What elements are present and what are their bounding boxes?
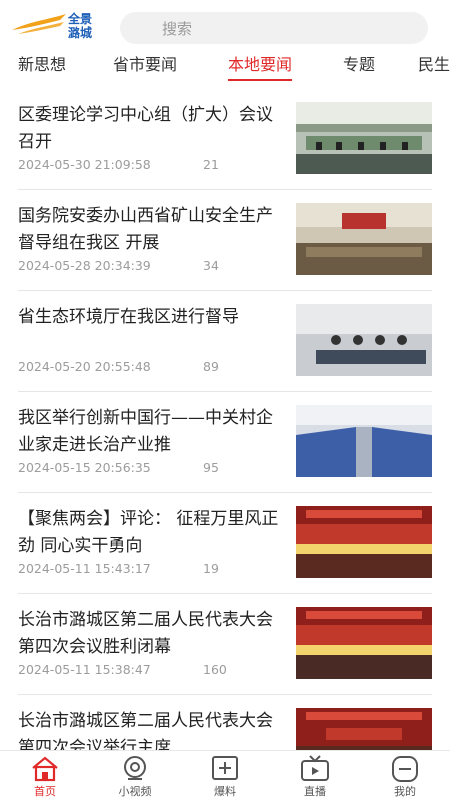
nav-label: 首页 bbox=[34, 785, 56, 798]
news-date: 2024-05-11 15:38:47 bbox=[18, 662, 151, 677]
tab-shengshi-yaowen[interactable]: 省市要闻 bbox=[113, 52, 177, 78]
tv-icon bbox=[301, 755, 329, 781]
tab-zhuanti[interactable]: 专题 bbox=[343, 52, 375, 78]
news-title[interactable]: 省生态环境厅在我区进行督导 bbox=[18, 304, 280, 331]
nav-label: 爆料 bbox=[214, 785, 236, 798]
divider bbox=[18, 391, 432, 392]
news-thumbnail[interactable] bbox=[296, 506, 432, 578]
news-item[interactable]: 国务院安委办山西省矿山安全生产督导组在我区 开展 2024-05-28 20:3… bbox=[0, 191, 450, 291]
news-item[interactable]: 长治市潞城区第二届人民代表大会第四次会议举行主席 bbox=[0, 696, 450, 750]
news-title[interactable]: 长治市潞城区第二届人民代表大会第四次会议举行主席 bbox=[18, 708, 280, 750]
tab-minsheng[interactable]: 民生 bbox=[418, 52, 450, 78]
nav-label: 我的 bbox=[394, 785, 416, 798]
news-date: 2024-05-30 21:09:58 bbox=[18, 157, 151, 172]
news-item[interactable]: 我区举行创新中国行——中关村企业家走进长治产业推 2024-05-15 20:5… bbox=[0, 393, 450, 493]
news-item[interactable]: 省生态环境厅在我区进行督导 2024-05-20 20:55:48 89 bbox=[0, 292, 450, 392]
video-icon bbox=[124, 756, 146, 780]
news-title[interactable]: 区委理论学习中心组（扩大）会议召开 bbox=[18, 102, 280, 156]
news-title[interactable]: 我区举行创新中国行——中关村企业家走进长治产业推 bbox=[18, 405, 280, 459]
divider bbox=[18, 189, 432, 190]
news-view-count: 160 bbox=[203, 662, 227, 677]
news-view-count: 89 bbox=[203, 359, 219, 374]
top-header: 全景 潞城 搜索 bbox=[0, 0, 450, 48]
logo-text-bottom: 潞城 bbox=[68, 25, 92, 40]
home-icon bbox=[32, 756, 58, 782]
nav-report[interactable]: 爆料 bbox=[180, 751, 270, 800]
nav-label: 直播 bbox=[304, 785, 326, 798]
news-date: 2024-05-28 20:34:39 bbox=[18, 258, 151, 273]
news-title[interactable]: 长治市潞城区第二届人民代表大会第四次会议胜利闭幕 bbox=[18, 607, 280, 661]
nav-live[interactable]: 直播 bbox=[270, 751, 360, 800]
divider bbox=[18, 290, 432, 291]
news-item[interactable]: 长治市潞城区第二届人民代表大会第四次会议胜利闭幕 2024-05-11 15:3… bbox=[0, 595, 450, 695]
news-view-count: 21 bbox=[203, 157, 219, 172]
news-thumbnail[interactable] bbox=[296, 102, 432, 174]
app-logo[interactable]: 全景 潞城 bbox=[8, 8, 104, 40]
search-input[interactable]: 搜索 bbox=[120, 12, 428, 44]
news-item[interactable]: 【聚焦两会】评论： 征程万里风正劲 同心实干勇向 2024-05-11 15:4… bbox=[0, 494, 450, 594]
nav-profile[interactable]: 我的 bbox=[360, 751, 450, 800]
nav-label: 小视频 bbox=[118, 785, 152, 798]
news-view-count: 95 bbox=[203, 460, 219, 475]
category-tabs: 新思想 省市要闻 本地要闻 专题 民生 bbox=[0, 48, 450, 88]
news-view-count: 34 bbox=[203, 258, 219, 273]
news-thumbnail[interactable] bbox=[296, 405, 432, 477]
divider bbox=[18, 593, 432, 594]
news-thumbnail[interactable] bbox=[296, 607, 432, 679]
news-title[interactable]: 【聚焦两会】评论： 征程万里风正劲 同心实干勇向 bbox=[18, 506, 280, 560]
logo-text-top: 全景 bbox=[67, 11, 92, 26]
news-list: 区委理论学习中心组（扩大）会议召开 2024-05-30 21:09:58 21… bbox=[0, 90, 450, 750]
news-item[interactable]: 区委理论学习中心组（扩大）会议召开 2024-05-30 21:09:58 21 bbox=[0, 90, 450, 190]
profile-icon bbox=[392, 756, 418, 782]
news-thumbnail[interactable] bbox=[296, 203, 432, 275]
tab-bendi-yaowen[interactable]: 本地要闻 bbox=[228, 52, 293, 81]
plus-box-icon bbox=[212, 756, 238, 780]
nav-home[interactable]: 首页 bbox=[0, 751, 90, 800]
news-view-count: 19 bbox=[203, 561, 219, 576]
news-date: 2024-05-11 15:43:17 bbox=[18, 561, 151, 576]
news-date: 2024-05-20 20:55:48 bbox=[18, 359, 151, 374]
nav-short-video[interactable]: 小视频 bbox=[90, 751, 180, 800]
news-date: 2024-05-15 20:56:35 bbox=[18, 460, 151, 475]
bottom-navigation: 首页 小视频 爆料 直播 我的 bbox=[0, 750, 450, 800]
divider bbox=[18, 694, 432, 695]
tab-xinsixiang[interactable]: 新思想 bbox=[18, 52, 66, 78]
divider bbox=[18, 492, 432, 493]
search-placeholder: 搜索 bbox=[162, 19, 193, 38]
news-thumbnail[interactable] bbox=[296, 304, 432, 376]
news-thumbnail[interactable] bbox=[296, 708, 432, 750]
news-title[interactable]: 国务院安委办山西省矿山安全生产督导组在我区 开展 bbox=[18, 203, 280, 257]
